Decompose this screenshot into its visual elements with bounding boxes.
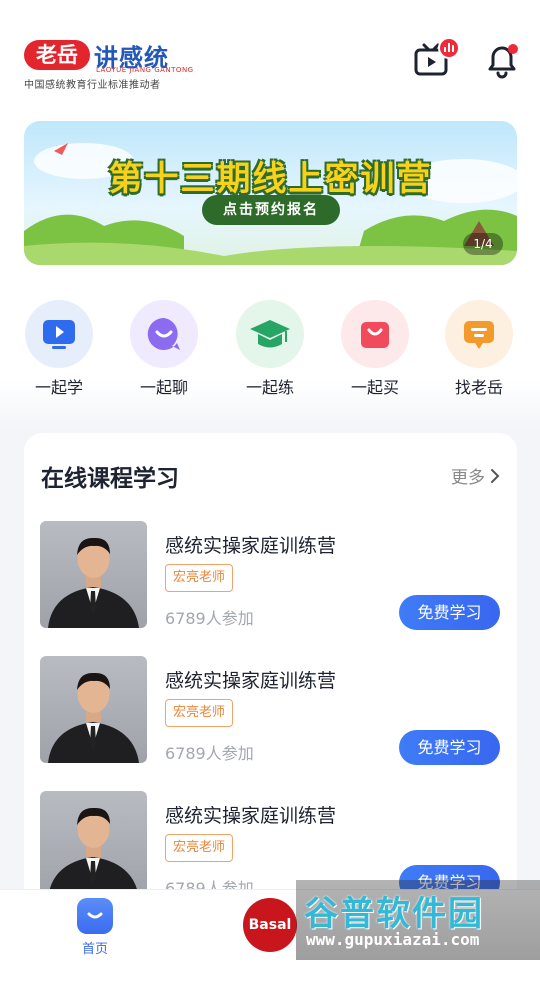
basal-center-button[interactable]: Basal [243, 898, 297, 952]
tab-home-label: 首页 [81, 942, 108, 957]
quick-nav-label: 一起练 [245, 378, 294, 397]
teacher-photo [40, 791, 147, 898]
banner-title: 第十三期线上密训营 [108, 159, 433, 199]
notification-bell-icon[interactable] [482, 40, 522, 80]
message-board-icon [445, 300, 513, 368]
banner-page-indicator: 1/4 [463, 233, 503, 255]
quick-nav-study[interactable]: 一起学 [23, 300, 95, 398]
participant-count: 6789人参加 [165, 744, 254, 763]
logo-slogan: 中国感统教育行业标准推动者 [24, 80, 161, 91]
logo-english: LAOYUE JIANG GANTONG [96, 66, 194, 74]
live-tv-icon[interactable] [412, 37, 460, 80]
free-study-button[interactable]: 免费学习 [399, 730, 500, 765]
quick-nav-chat[interactable]: 一起聊 [128, 300, 200, 398]
course-item[interactable]: 感统实操家庭训练营 宏亮老师 6789人参加 免费学习 [40, 521, 510, 631]
banner-signup-button[interactable]: 点击预约报名 [202, 195, 340, 225]
watermark-url: www.gupuxiazai.com [306, 930, 480, 949]
teacher-tag: 宏亮老师 [165, 564, 234, 592]
quick-nav-shop[interactable]: 一起买 [339, 300, 411, 398]
teacher-tag: 宏亮老师 [165, 834, 234, 862]
teacher-tag: 宏亮老师 [165, 699, 234, 727]
quick-nav-label: 一起聊 [139, 378, 188, 397]
course-title: 感统实操家庭训练营 [165, 670, 337, 692]
chat-smile-icon [130, 300, 198, 368]
section-title: 在线课程学习 [41, 466, 179, 492]
home-icon [77, 898, 113, 934]
play-screen-icon [25, 300, 93, 368]
quick-nav-label: 一起买 [350, 378, 399, 397]
teacher-photo [40, 521, 147, 628]
course-item[interactable]: 感统实操家庭训练营 宏亮老师 6789人参加 免费学习 [40, 656, 510, 766]
quick-nav-label: 一起学 [34, 378, 83, 397]
participant-count: 6789人参加 [165, 609, 254, 628]
basal-logo-text: Basal [248, 917, 292, 933]
chevron-right-icon [491, 468, 500, 483]
quick-nav-practice[interactable]: 一起练 [234, 300, 306, 398]
shopping-bag-icon [341, 300, 409, 368]
quick-nav-label: 找老岳 [454, 378, 503, 397]
live-badge [438, 37, 460, 59]
quick-nav-find-laoyue[interactable]: 找老岳 [443, 300, 515, 398]
more-link[interactable]: 更多 [451, 463, 501, 488]
site-watermark: 谷普软件园 www.gupuxiazai.com [296, 880, 540, 960]
tab-home[interactable]: 首页 [75, 898, 115, 957]
teacher-photo [40, 656, 147, 763]
course-title: 感统实操家庭训练营 [165, 535, 337, 557]
logo-badge: 老岳 [24, 40, 90, 70]
promo-banner[interactable]: 第十三期线上密训营 点击预约报名 1/4 [24, 121, 517, 265]
app-logo: 老岳 讲感统 LAOYUE JIANG GANTONG 中国感统教育行业标准推动… [24, 38, 224, 91]
more-label: 更多 [451, 468, 485, 488]
free-study-button[interactable]: 免费学习 [399, 595, 500, 630]
notification-dot [508, 44, 518, 54]
graduation-cap-icon [236, 300, 304, 368]
watermark-text: 谷普软件园 [304, 894, 484, 934]
course-title: 感统实操家庭训练营 [165, 805, 337, 827]
